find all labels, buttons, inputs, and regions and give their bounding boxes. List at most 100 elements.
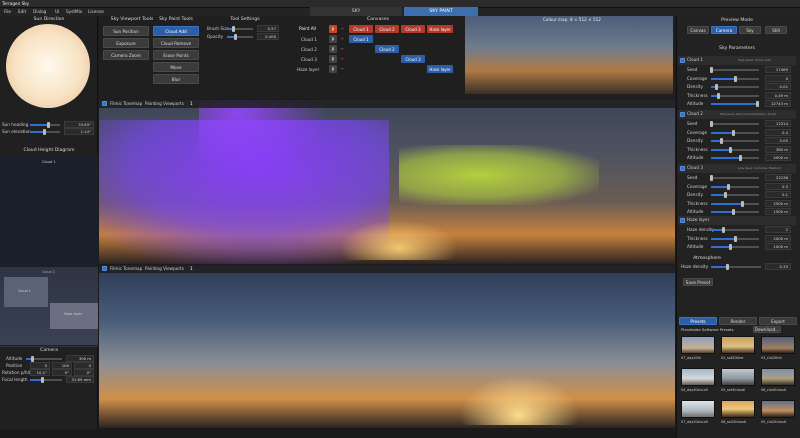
menu-dialog[interactable]: Dialog	[33, 9, 46, 14]
paint-all-p-button[interactable]: P	[329, 25, 337, 33]
viewport1-checkbox[interactable]	[102, 101, 107, 106]
chip-haze-top[interactable]: Haze layer	[427, 25, 453, 33]
haze-param-field[interactable]: 2	[765, 226, 791, 233]
viewport2-checkbox[interactable]	[102, 266, 107, 271]
preview-still-button[interactable]: Still	[765, 26, 787, 34]
cloud2-checkbox[interactable]	[680, 112, 685, 117]
sun-elevation-slider[interactable]	[30, 129, 60, 135]
preset-thumbnail[interactable]	[681, 400, 715, 418]
cloud-add-button[interactable]: Cloud Add	[153, 26, 199, 36]
brush-size-field[interactable]: 0.57	[257, 25, 279, 32]
chip-cloud3[interactable]: Cloud 3	[401, 55, 425, 63]
cloud1-param-field[interactable]: 0.49 m	[765, 91, 791, 99]
erase-points-button[interactable]: Erase Points	[153, 50, 199, 60]
canvas-row-haze[interactable]: Haze layer	[297, 67, 319, 72]
preset-thumbnail[interactable]	[761, 368, 795, 386]
menu-ui[interactable]: UI	[55, 9, 59, 14]
tab-sky[interactable]: SKY	[310, 7, 402, 16]
atmosphere-haze-field[interactable]: 0.33	[765, 263, 791, 270]
tab-export[interactable]: Export	[759, 317, 797, 325]
cloud2-param-field[interactable]: 0.4	[765, 128, 791, 136]
cloud2-p-button[interactable]: P	[329, 45, 337, 53]
cloud3-param-slider[interactable]	[710, 175, 759, 181]
tab-sky-paint[interactable]: SKY PAINT	[404, 7, 478, 16]
cloud2-param-slider[interactable]	[711, 129, 759, 136]
cloud1-param-field[interactable]: 12743 m	[765, 100, 791, 107]
camera-position-x[interactable]: 0	[30, 362, 50, 369]
haze-param-slider[interactable]	[711, 227, 759, 233]
camera-rotation-p[interactable]: 10.1°	[30, 369, 50, 376]
canvas-row-cloud3[interactable]: Cloud 3	[301, 57, 317, 62]
move-button[interactable]: Move	[153, 62, 199, 72]
chip-cloud2-top[interactable]: Cloud 2	[375, 25, 399, 33]
preset-thumbnail[interactable]	[721, 368, 755, 386]
haze-param-field[interactable]: 1000 m	[765, 243, 791, 250]
opacity-slider[interactable]	[227, 34, 253, 40]
cloud1-checkbox[interactable]	[680, 58, 685, 63]
download-button[interactable]: Download...	[753, 326, 781, 333]
camera-position-z[interactable]: 0	[74, 362, 94, 369]
preset-thumbnail[interactable]	[681, 368, 715, 386]
chip-cloud3-top[interactable]: Cloud 3	[401, 25, 425, 33]
camera-focal-field[interactable]: 31.69 mm	[66, 376, 94, 383]
camera-rotation-h[interactable]: 0°	[52, 369, 72, 376]
cloud1-header[interactable]: Cloud 1 High level: Cirrus (25)	[678, 56, 796, 65]
canvas-row-paint-all[interactable]: Paint All	[299, 26, 316, 31]
cloud3-param-field[interactable]: 2500 m	[765, 199, 791, 207]
camera-altitude-field[interactable]: 300 m	[66, 355, 94, 362]
viewport1-tonemap-label[interactable]: Filmic Tonemap	[110, 101, 142, 106]
save-preset-button[interactable]: Save Preset	[683, 278, 713, 286]
cloud2-param-field[interactable]: 4000 m	[765, 154, 791, 161]
haze-param-field[interactable]: 2000 m	[765, 234, 791, 242]
cloud3-param-slider[interactable]	[711, 200, 759, 207]
sun-position-button[interactable]: Sun Position	[103, 26, 149, 36]
exposure-button[interactable]: Exposure	[103, 38, 149, 48]
camera-rotation-b[interactable]: 0°	[74, 369, 94, 376]
sun-heading-slider[interactable]	[30, 122, 60, 128]
menu-file[interactable]: File	[4, 9, 11, 14]
cloud2-param-slider[interactable]	[710, 121, 759, 127]
preset-thumbnail[interactable]	[721, 336, 755, 354]
preview-camera-button[interactable]: Camera	[711, 26, 737, 34]
canvas-row-cloud2[interactable]: Cloud 2	[301, 47, 317, 52]
opacity-field[interactable]: 0.400	[257, 33, 279, 40]
cloud3-param-slider[interactable]	[711, 209, 759, 215]
camera-focal-slider[interactable]	[30, 377, 62, 383]
paint-viewport-1[interactable]: Filmic Tonemap Painting Viewports 1	[99, 100, 675, 264]
brush-size-slider[interactable]	[227, 26, 253, 32]
tab-presets[interactable]: Presets	[679, 317, 717, 325]
cloud1-param-slider[interactable]	[711, 75, 759, 82]
cloud3-param-field[interactable]: 22236	[765, 174, 791, 181]
haze-checkbox[interactable]	[680, 218, 685, 223]
sun-heading-field[interactable]: 33.83°	[64, 121, 94, 128]
cloud1-param-field[interactable]: 27469	[765, 66, 791, 73]
viewport2-tonemap-label[interactable]: Filmic Tonemap	[110, 266, 142, 271]
cloud3-param-field[interactable]: 0.1	[765, 191, 791, 198]
sun-direction-sphere[interactable]	[6, 24, 90, 108]
cloud-remove-button[interactable]: Cloud Remove	[153, 38, 199, 48]
cloud1-param-slider[interactable]	[710, 67, 759, 73]
cloud1-param-slider[interactable]	[711, 84, 759, 90]
cloud2-param-slider[interactable]	[711, 155, 759, 161]
camera-position-y[interactable]: 100	[52, 362, 72, 369]
cloud2-param-field[interactable]: 0.05	[765, 137, 791, 144]
menu-license[interactable]: License	[88, 9, 104, 14]
cloud2-param-field[interactable]: 12314	[765, 120, 791, 127]
camera-altitude-slider[interactable]	[26, 356, 62, 362]
cloud2-param-slider[interactable]	[711, 146, 759, 153]
cloud1-param-slider[interactable]	[711, 92, 759, 99]
cloud3-param-slider[interactable]	[711, 183, 759, 190]
cloud3-checkbox[interactable]	[680, 166, 685, 171]
viewport1-page[interactable]: 1	[190, 101, 193, 106]
tab-render[interactable]: Render	[719, 317, 757, 325]
cloud3-param-field[interactable]: 0.3	[765, 182, 791, 190]
haze-p-button[interactable]: P	[329, 65, 337, 73]
preset-thumbnail[interactable]	[761, 336, 795, 354]
haze-header[interactable]: Haze layer	[678, 216, 796, 225]
viewport2-page[interactable]: 1	[190, 266, 193, 271]
cloud1-param-field[interactable]: 0.01	[765, 83, 791, 90]
preset-thumbnail[interactable]	[681, 336, 715, 354]
viewport1-painting-label[interactable]: Painting Viewports	[145, 101, 184, 106]
cloud1-param-field[interactable]: 0	[765, 74, 791, 82]
cloud3-header[interactable]: Cloud 3 Low level: Cumulus, Medium	[678, 164, 796, 173]
